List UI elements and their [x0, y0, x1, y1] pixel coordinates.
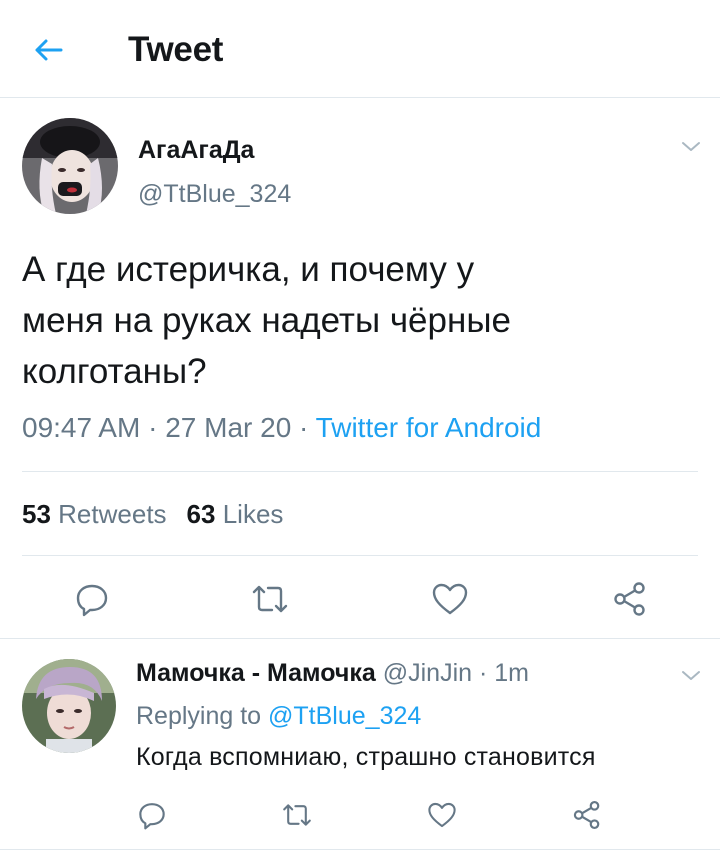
reply-retweet-button[interactable] — [279, 797, 315, 833]
reply-header: Мамочка - Мамочка @JinJin · 1m — [136, 659, 529, 688]
tweet-date: 27 Mar 20 — [165, 412, 292, 443]
meta-separator: · — [140, 412, 166, 443]
divider — [22, 555, 698, 556]
reply-text: Когда вспомниаю, страшно становится — [136, 743, 596, 771]
tweet-time: 09:47 AM — [22, 412, 141, 443]
author-name[interactable]: АгаАгаДа — [138, 136, 254, 165]
like-icon — [432, 583, 468, 615]
meta-separator: · — [472, 659, 495, 687]
retweets-stat[interactable]: 53 Retweets — [22, 499, 167, 529]
likes-count: 63 — [186, 499, 216, 529]
reply-author-handle[interactable]: @JinJin — [383, 659, 472, 687]
retweet-icon — [283, 804, 311, 826]
likes-label: Likes — [222, 499, 284, 529]
tweet-text-line: колготаны? — [22, 352, 207, 391]
tweet-stats: 53 Retweets 63 Likes — [22, 499, 283, 530]
share-button[interactable] — [608, 577, 652, 621]
author-avatar[interactable] — [22, 118, 118, 214]
chevron-down-icon — [682, 671, 700, 680]
replying-to: Replying to @TtBlue_324 — [136, 702, 421, 731]
meta-separator: · — [291, 412, 316, 443]
author-handle[interactable]: @TtBlue_324 — [138, 180, 291, 209]
retweet-icon — [252, 585, 288, 613]
like-icon — [428, 802, 456, 828]
reply-like-button[interactable] — [424, 797, 460, 833]
reply-button[interactable] — [70, 577, 114, 621]
back-button[interactable] — [28, 30, 68, 70]
tweet-menu-button[interactable] — [679, 135, 703, 159]
tweet-meta: 09:47 AM · 27 Mar 20 · Twitter for Andro… — [22, 412, 541, 444]
replying-mention-link[interactable]: @TtBlue_324 — [268, 702, 421, 730]
avatar-image — [22, 118, 118, 214]
reply-tweet[interactable]: Мамочка - Мамочка @JinJin · 1m Replying … — [0, 640, 720, 850]
tweet-text-line: А где истеричка, и почему у — [22, 250, 475, 289]
page-title: Tweet — [128, 30, 224, 69]
main-tweet: АгаАгаДа @TtBlue_324 А где истеричка, и … — [0, 99, 720, 639]
tweet-text-line: меня на руках надеты чёрные — [22, 301, 511, 340]
reply-icon — [139, 803, 165, 830]
retweets-count: 53 — [22, 499, 51, 529]
arrow-left-icon — [35, 39, 63, 61]
reply-share-button[interactable] — [569, 797, 605, 833]
reply-author-name[interactable]: Мамочка - Мамочка — [136, 659, 376, 687]
replying-prefix: Replying to — [136, 702, 262, 730]
chevron-down-icon — [682, 142, 700, 151]
retweets-label: Retweets — [58, 499, 167, 529]
top-bar: Tweet — [0, 0, 720, 98]
tweet-source-link[interactable]: Twitter for Android — [316, 412, 542, 443]
like-button[interactable] — [428, 577, 472, 621]
reply-author-avatar[interactable] — [22, 659, 116, 753]
tweet-text: А где истеричка, и почему у меня на рука… — [22, 244, 662, 397]
divider — [22, 471, 698, 472]
avatar-image — [22, 659, 116, 753]
share-icon — [573, 801, 600, 829]
likes-stat[interactable]: 63 Likes — [187, 499, 284, 529]
reply-icon — [76, 584, 108, 617]
retweet-button[interactable] — [248, 577, 292, 621]
reply-time: 1m — [494, 659, 529, 687]
reply-menu-button[interactable] — [679, 664, 703, 688]
share-icon — [614, 582, 645, 616]
reply-reply-button[interactable] — [134, 797, 170, 833]
